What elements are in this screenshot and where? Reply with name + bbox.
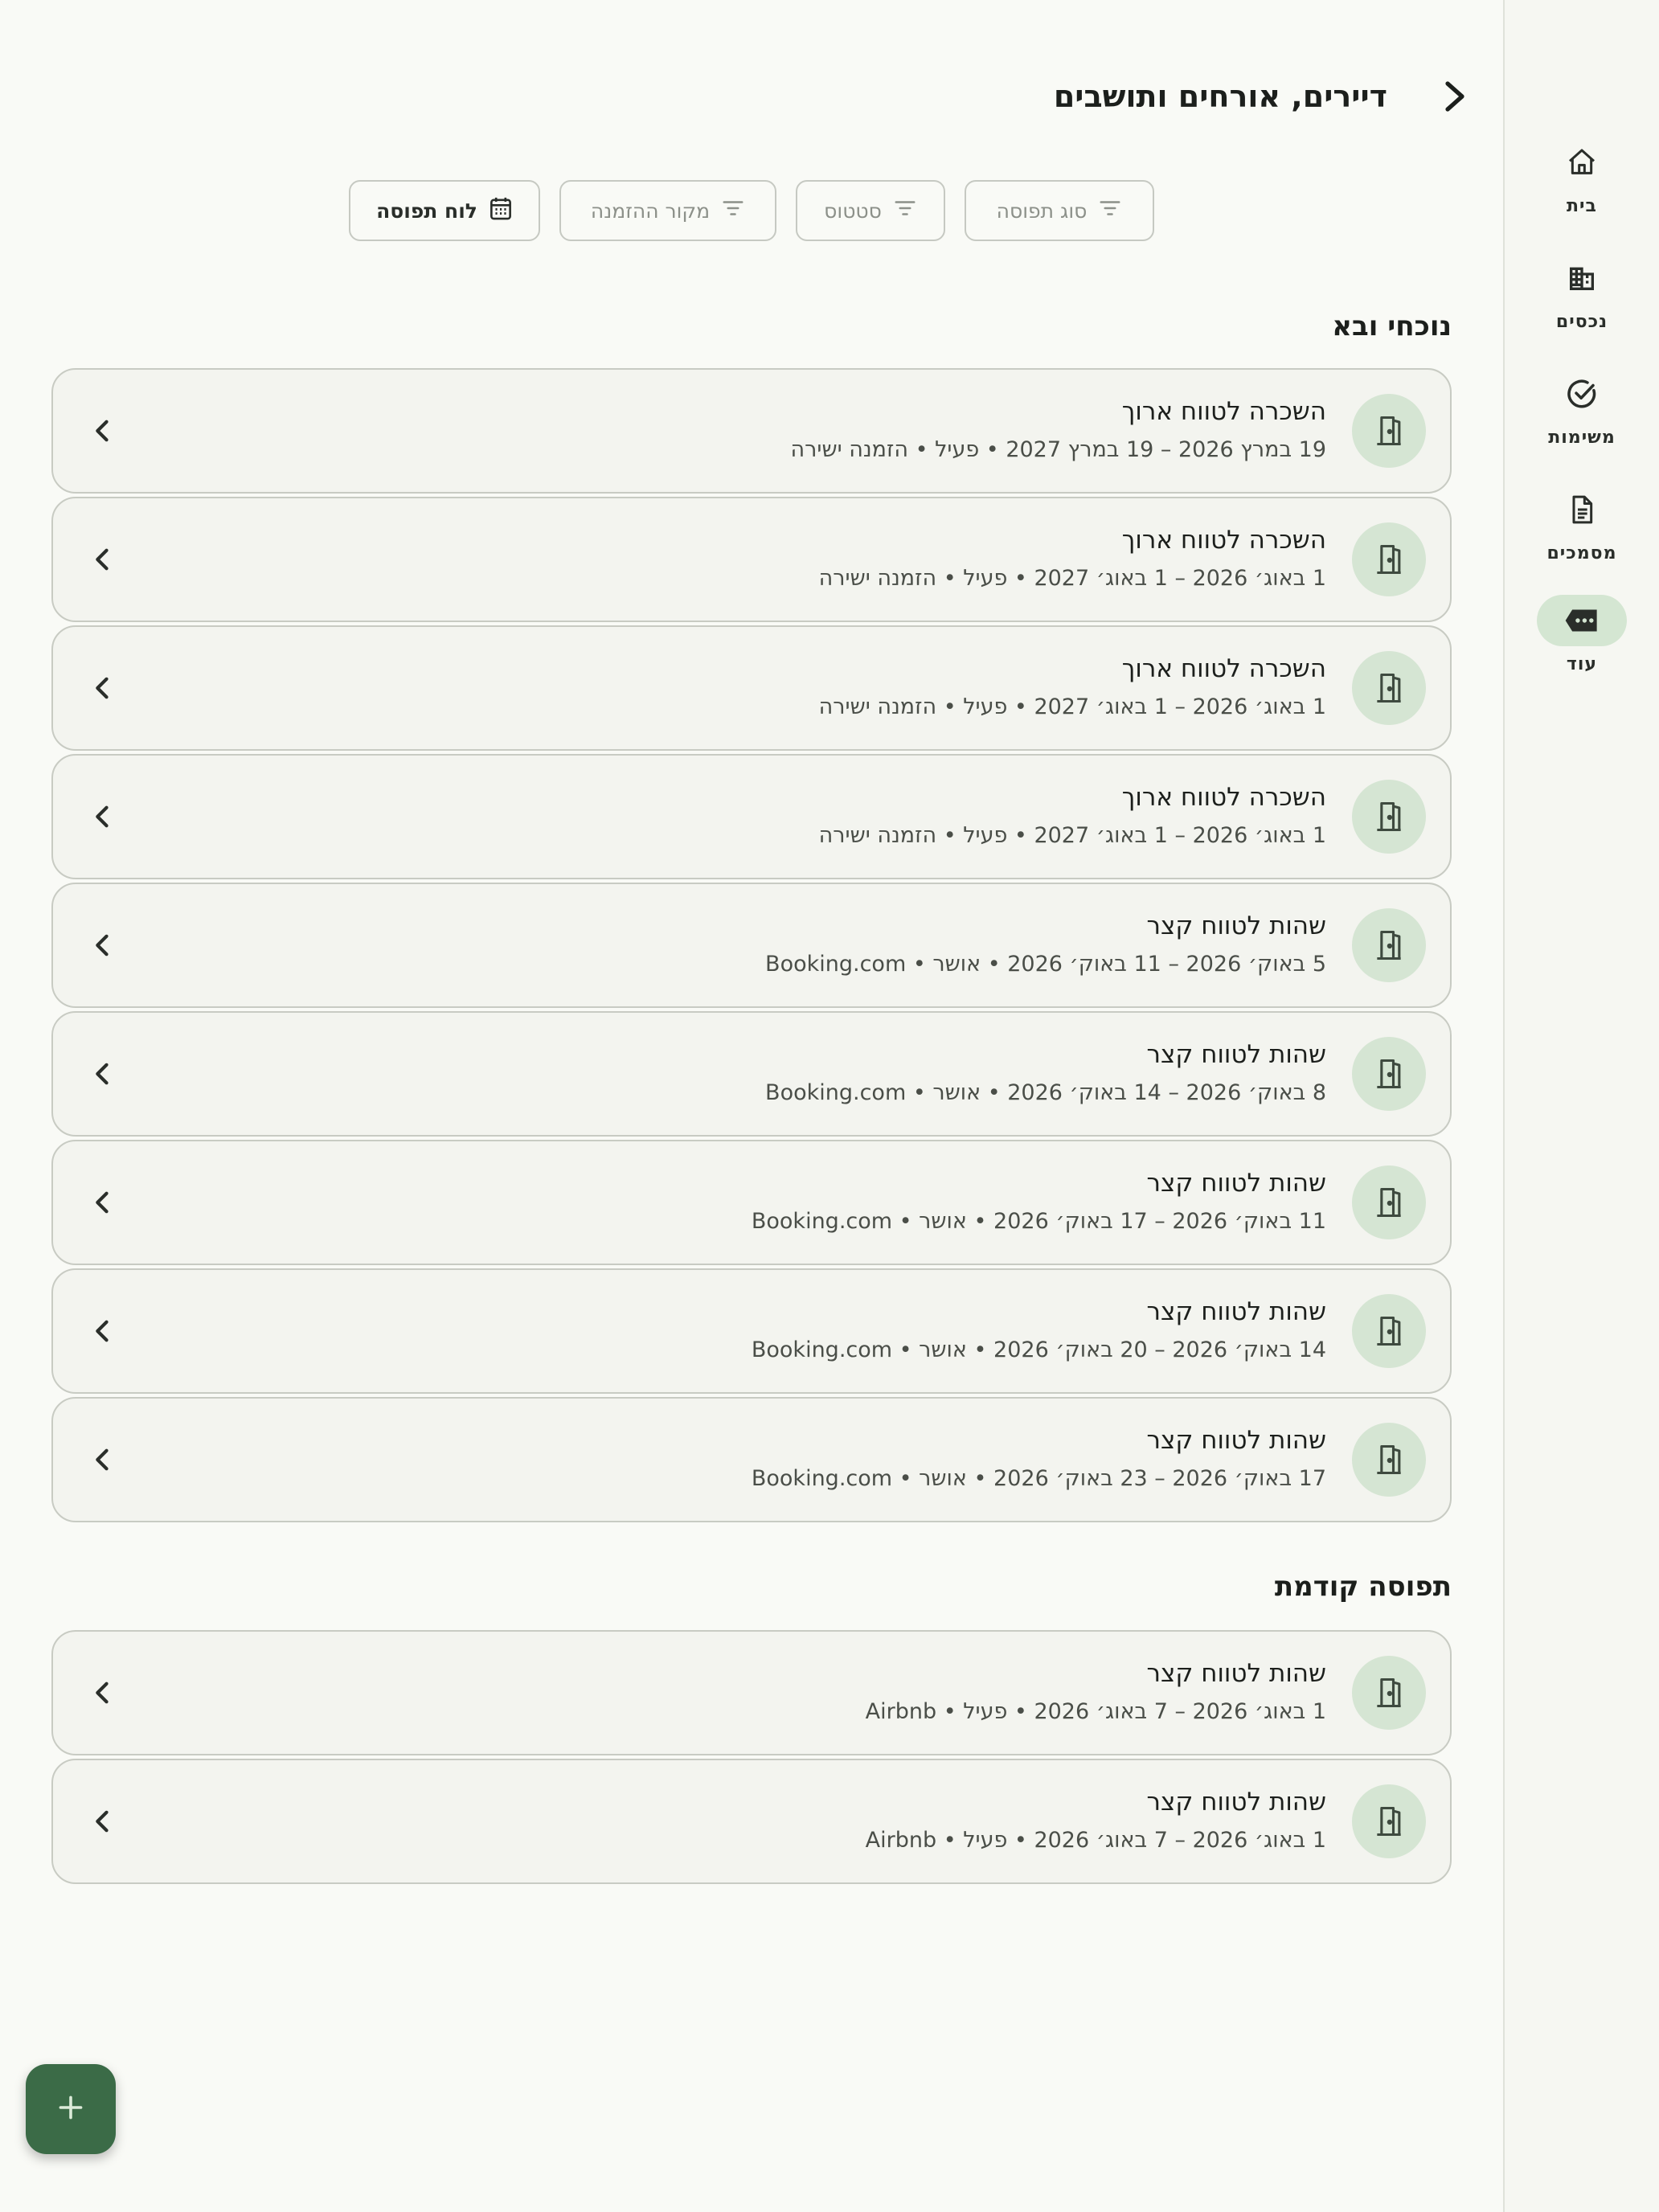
chevron-left-icon [84,1185,119,1220]
chevron-left-icon [84,1675,119,1710]
more-icon [1537,595,1627,646]
plus-icon [56,2093,85,2125]
calendar-icon [489,195,513,226]
occupancy-details: 11 באוק׳ 2026 – 17 באוק׳ 2026 • אושר • B… [751,1209,1326,1234]
occupancy-details: 1 באוג׳ 2026 – 1 באוג׳ 2027 • פעיל • הזמ… [818,823,1326,848]
filter-label: לוח תפוסה [376,199,477,223]
nav-item-label: מסמכים [1546,543,1617,563]
filter-occupancy-type-button[interactable]: סוג תפוסה [965,180,1154,241]
door-icon [1352,651,1426,725]
occupancy-title: שהות לטווח קצר [1146,911,1327,940]
filter-booking-source-button[interactable]: מקור ההזמנה [559,180,776,241]
door-icon [1352,1165,1426,1239]
chevron-left-icon [84,1442,119,1477]
chevron-left-icon [84,1804,119,1839]
occupancy-details: 5 באוק׳ 2026 – 11 באוק׳ 2026 • אושר • Bo… [765,952,1326,977]
building-icon [1537,252,1627,304]
occupancy-title: שהות לטווח קצר [1146,1169,1327,1198]
previous-occupancy-list: שהות לטווח קצר 1 באוג׳ 2026 – 7 באוג׳ 202… [51,1630,1452,1887]
occupancy-details: 8 באוק׳ 2026 – 14 באוק׳ 2026 • אושר • Bo… [765,1080,1326,1105]
occupancy-card[interactable]: השכרה לטווח ארוך 1 באוג׳ 2026 – 1 באוג׳ 2… [51,625,1452,751]
chevron-left-icon [84,1313,119,1349]
occupancy-title: שהות לטווח קצר [1146,1788,1327,1817]
filter-icon [893,199,917,223]
occupancy-card[interactable]: השכרה לטווח ארוך 1 באוג׳ 2026 – 1 באוג׳ 2… [51,754,1452,879]
filter-label: מקור ההזמנה [590,199,711,223]
chevron-right-icon [1441,79,1469,117]
nav-item-more[interactable]: עוד [1505,595,1659,674]
door-icon [1352,1656,1426,1730]
chevron-left-icon [84,928,119,963]
occupancy-details: 17 באוק׳ 2026 – 23 באוק׳ 2026 • אושר • B… [751,1466,1326,1491]
door-icon [1352,1784,1426,1858]
occupancy-card[interactable]: השכרה לטווח ארוך 1 באוג׳ 2026 – 1 באוג׳ 2… [51,497,1452,622]
door-icon [1352,1423,1426,1497]
occupancy-title: השכרה לטווח ארוך [1121,783,1326,812]
door-icon [1352,394,1426,468]
occupancy-title: השכרה לטווח ארוך [1121,397,1326,426]
occupancy-title: שהות לטווח קצר [1146,1659,1327,1688]
occupancy-details: 1 באוג׳ 2026 – 7 באוג׳ 2026 • פעיל • Air… [865,1828,1326,1853]
occupancy-card[interactable]: שהות לטווח קצר 5 באוק׳ 2026 – 11 באוק׳ 20… [51,883,1452,1008]
check-circle-icon [1537,368,1627,420]
nav-item-label: נכסים [1555,312,1608,332]
nav-item-label: עוד [1566,654,1598,674]
occupancy-details: 19 במרץ 2026 – 19 במרץ 2027 • פעיל • הזמ… [790,437,1326,462]
chevron-left-icon [84,799,119,834]
door-icon [1352,908,1426,982]
occupancy-card[interactable]: שהות לטווח קצר 17 באוק׳ 2026 – 23 באוק׳ 2… [51,1397,1452,1522]
filter-status-button[interactable]: סטטוס [796,180,945,241]
door-icon [1352,1294,1426,1368]
door-icon [1352,1037,1426,1111]
occupancy-title: השכרה לטווח ארוך [1121,526,1326,555]
filter-label: סטטוס [824,199,882,223]
occupancy-card[interactable]: שהות לטווח קצר 14 באוק׳ 2026 – 20 באוק׳ 2… [51,1268,1452,1394]
document-icon [1537,484,1627,535]
filter-bar: סוג תפוסה סטטוס מקור ההזמנה לוח תפוסה [349,180,1659,244]
occupancy-details: 1 באוג׳ 2026 – 1 באוג׳ 2027 • פעיל • הזמ… [818,566,1326,591]
chevron-left-icon [84,542,119,577]
occupancy-title: השכרה לטווח ארוך [1121,654,1326,683]
nav-item-properties[interactable]: נכסים [1505,252,1659,332]
occupancy-details: 14 באוק׳ 2026 – 20 באוק׳ 2026 • אושר • B… [751,1337,1326,1362]
door-icon [1352,522,1426,596]
chevron-left-icon [84,413,119,449]
filter-label: סוג תפוסה [996,199,1088,223]
back-button[interactable] [1432,76,1477,121]
occupancy-card[interactable]: שהות לטווח קצר 8 באוק׳ 2026 – 14 באוק׳ 20… [51,1011,1452,1137]
occupancy-title: שהות לטווח קצר [1146,1040,1327,1069]
occupancy-title: שהות לטווח קצר [1146,1297,1327,1326]
nav-item-label: משימות [1548,428,1616,448]
section-title-current: נוכחי ובא [1332,310,1452,342]
nav-item-tasks[interactable]: משימות [1505,368,1659,448]
chevron-left-icon [84,1056,119,1092]
occupancy-details: 1 באוג׳ 2026 – 1 באוג׳ 2027 • פעיל • הזמ… [818,694,1326,719]
occupancy-card[interactable]: שהות לטווח קצר 1 באוג׳ 2026 – 7 באוג׳ 202… [51,1759,1452,1884]
nav-item-documents[interactable]: מסמכים [1505,484,1659,563]
page-title: דיירים, אורחים ותושבים [1053,79,1387,114]
filter-icon [721,199,745,223]
occupancy-title: שהות לטווח קצר [1146,1426,1327,1455]
chevron-left-icon [84,670,119,706]
occupancy-card[interactable]: השכרה לטווח ארוך 19 במרץ 2026 – 19 במרץ 2… [51,368,1452,494]
section-title-previous: תפוסה קודמת [1274,1571,1452,1603]
occupancy-card[interactable]: שהות לטווח קצר 1 באוג׳ 2026 – 7 באוג׳ 202… [51,1630,1452,1755]
filter-icon [1098,199,1122,223]
occupancy-card[interactable]: שהות לטווח קצר 11 באוק׳ 2026 – 17 באוק׳ 2… [51,1140,1452,1265]
door-icon [1352,780,1426,854]
current-occupancy-list: השכרה לטווח ארוך 19 במרץ 2026 – 19 במרץ 2… [51,368,1452,1526]
add-occupancy-button[interactable] [26,2064,116,2154]
occupancy-details: 1 באוג׳ 2026 – 7 באוג׳ 2026 • פעיל • Air… [865,1699,1326,1724]
navigation-rail: בית נכסים משימות מסמכים עוד [1503,0,1659,2212]
occupancy-calendar-button[interactable]: לוח תפוסה [349,180,540,241]
